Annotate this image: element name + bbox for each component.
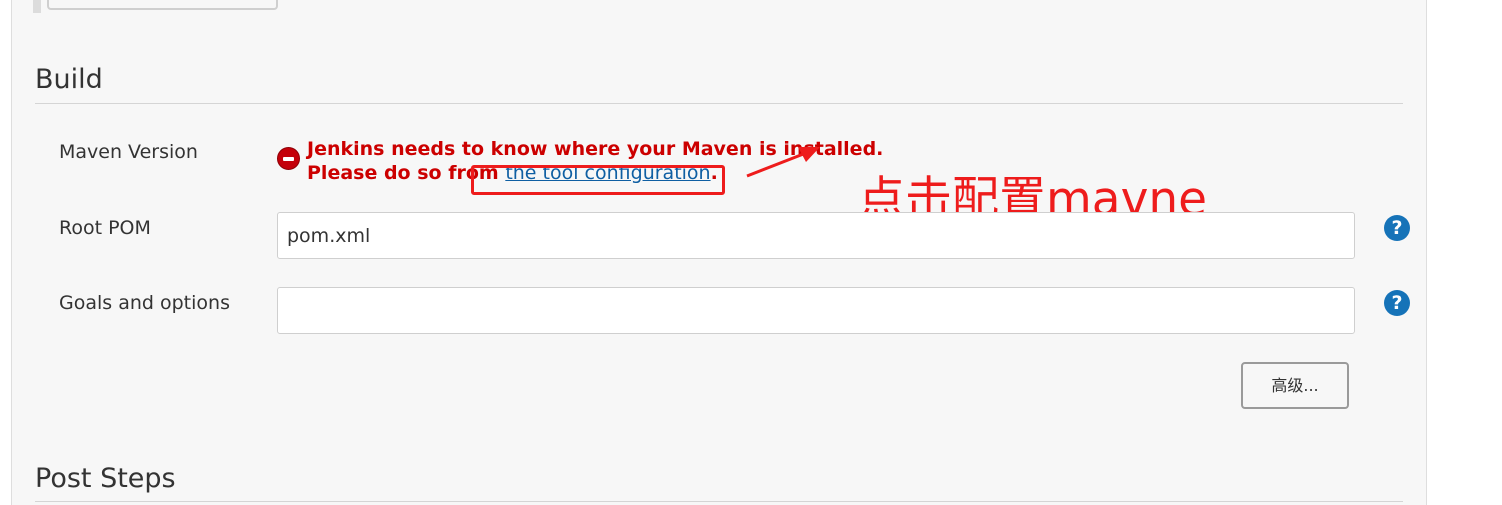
previous-section-button[interactable]: [47, 0, 278, 10]
build-section-title: Build: [35, 64, 103, 95]
root-pom-label: Root POM: [59, 217, 151, 239]
maven-version-label: Maven Version: [59, 141, 198, 163]
annotation-highlight-box: [471, 165, 725, 195]
build-section-divider: [35, 103, 1403, 104]
error-icon: [277, 147, 300, 170]
previous-section-strip: [33, 0, 41, 13]
root-pom-input[interactable]: [277, 212, 1355, 259]
advanced-button[interactable]: 高级...: [1241, 362, 1349, 409]
goals-options-label: Goals and options: [59, 292, 230, 314]
annotation-arrow-icon: [746, 147, 820, 178]
post-steps-section-title: Post Steps: [35, 463, 176, 494]
post-steps-section-divider: [35, 501, 1403, 502]
goals-options-input[interactable]: [277, 287, 1355, 334]
root-pom-help-icon[interactable]: ?: [1384, 215, 1410, 241]
goals-help-icon[interactable]: ?: [1384, 290, 1410, 316]
